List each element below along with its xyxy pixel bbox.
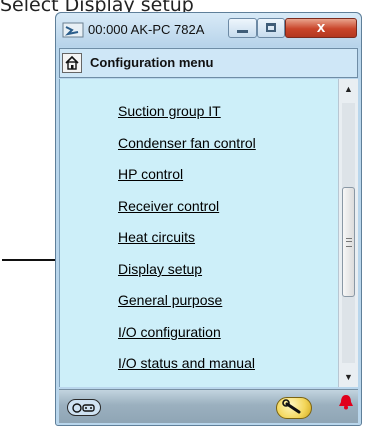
close-button[interactable]: x: [285, 18, 357, 38]
menu-item-display-setup[interactable]: Display setup: [118, 261, 202, 277]
menu-title: Configuration menu: [90, 55, 214, 70]
title-bar[interactable]: 00:000 AK-PC 782A x: [56, 13, 361, 47]
menu-item-heat-circuits[interactable]: Heat circuits: [118, 229, 195, 245]
maximize-icon: [266, 23, 276, 32]
close-icon: x: [316, 19, 326, 36]
home-icon: [65, 55, 79, 70]
service-button[interactable]: [276, 397, 312, 419]
menu-item-general-purpose[interactable]: General purpose: [118, 292, 222, 308]
alarm-bell-icon[interactable]: [337, 394, 355, 410]
minimize-icon: [237, 30, 248, 33]
minimize-button[interactable]: [228, 18, 257, 38]
bottom-toolbar: [59, 389, 358, 423]
menu-item-io-status-and-manual[interactable]: I/O status and manual: [118, 355, 255, 371]
service-wrench-icon: [282, 399, 301, 414]
window-title: 00:000 AK-PC 782A: [88, 22, 205, 37]
tools-button[interactable]: [67, 399, 101, 416]
menu-item-condenser-fan-control[interactable]: Condenser fan control: [118, 135, 256, 151]
menu-item-io-configuration[interactable]: I/O configuration: [118, 324, 221, 340]
vertical-scrollbar[interactable]: ▲ ▼: [338, 79, 358, 387]
menu-item-suction-group-it[interactable]: Suction group IT: [118, 103, 221, 119]
scroll-down-button[interactable]: ▼: [339, 367, 358, 387]
connection-icon: [62, 22, 84, 38]
grip-icon: [346, 238, 352, 247]
menu-header: Configuration menu: [59, 48, 358, 78]
app-window: 00:000 AK-PC 782A x Configuration menu S…: [55, 12, 362, 426]
menu-item-receiver-control[interactable]: Receiver control: [118, 198, 219, 214]
menu-list: Suction group IT Condenser fan control H…: [59, 79, 338, 387]
menu-item-hp-control[interactable]: HP control: [118, 166, 183, 182]
maximize-button[interactable]: [257, 18, 285, 38]
home-button[interactable]: [62, 53, 82, 73]
tools-icon: [72, 403, 95, 413]
scroll-thumb[interactable]: [342, 187, 355, 297]
scroll-up-button[interactable]: ▲: [339, 79, 358, 99]
